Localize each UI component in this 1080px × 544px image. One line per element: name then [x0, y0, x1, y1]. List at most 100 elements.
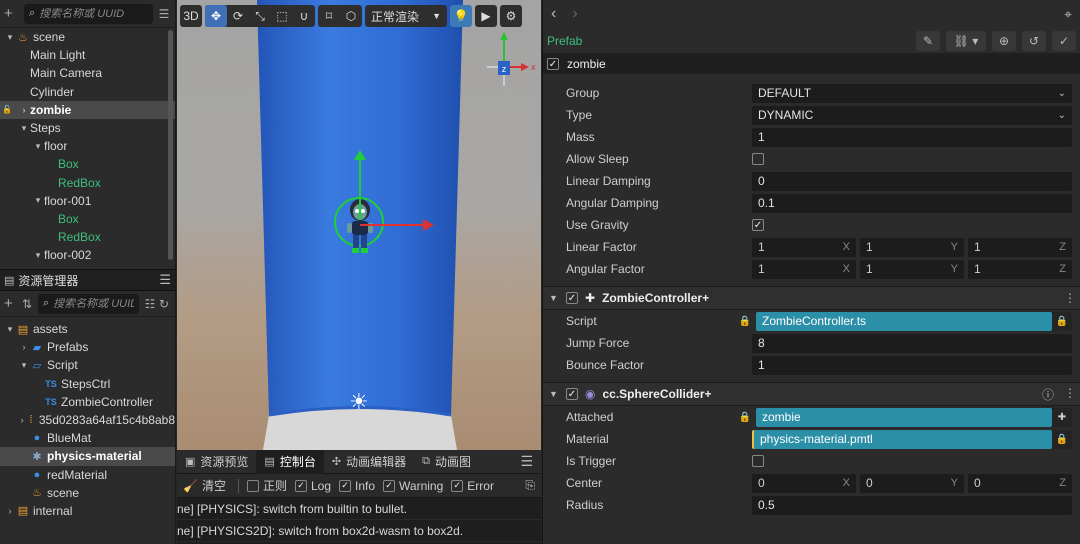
console-tab[interactable]: ▤ 控制台: [256, 449, 324, 474]
sort-icon[interactable]: ⇅: [20, 297, 34, 311]
collapse-all-icon[interactable]: ☰: [157, 7, 171, 21]
group-select[interactable]: DEFAULT ⌄: [752, 83, 1072, 103]
gear-icon[interactable]: ⚙: [500, 5, 522, 27]
move-tool-icon[interactable]: ✥: [205, 5, 227, 27]
assets-search-box[interactable]: ⌕: [38, 293, 139, 314]
component-enabled-checkbox[interactable]: ✓: [566, 388, 578, 400]
add-node-icon[interactable]: +: [4, 5, 20, 22]
lock-icon[interactable]: 🔒: [1052, 311, 1072, 331]
type-select[interactable]: DYNAMIC ⌄: [752, 105, 1072, 125]
assets-search-input[interactable]: [53, 297, 134, 310]
angular-factor-z-input[interactable]: 1Z: [968, 259, 1072, 279]
linear-factor-y-input[interactable]: 1Y: [860, 237, 964, 257]
tree-item[interactable]: ● redMaterial: [0, 466, 175, 484]
center-z-input[interactable]: 0Z: [968, 473, 1072, 493]
directional-light-icon[interactable]: ☀: [349, 389, 369, 415]
tree-item[interactable]: Main Camera: [0, 64, 175, 82]
angular-damping-input[interactable]: 0.1: [752, 193, 1072, 213]
chevron-down-icon[interactable]: ▾: [18, 123, 30, 134]
locate-prefab-icon[interactable]: ⊕: [992, 30, 1016, 51]
chevron-down-icon[interactable]: ▾: [18, 360, 30, 371]
center-x-input[interactable]: 0X: [752, 473, 856, 493]
component-enabled-checkbox[interactable]: ✓: [566, 292, 578, 304]
tree-item[interactable]: ▾ floor-002: [0, 246, 175, 264]
tree-item[interactable]: Box: [0, 155, 175, 173]
filter-toggle[interactable]: 正则: [246, 477, 287, 494]
help-icon[interactable]: ⓘ: [1042, 386, 1054, 403]
tree-item[interactable]: ● BlueMat: [0, 429, 175, 447]
rotate-tool-icon[interactable]: ⟳: [227, 5, 249, 27]
add-asset-icon[interactable]: +: [4, 295, 20, 312]
tree-item[interactable]: ♨ scene: [0, 484, 175, 502]
filter-toggle[interactable]: ✓ Info: [339, 479, 375, 493]
tree-item[interactable]: TS StepsCtrl: [0, 375, 175, 393]
tree-item[interactable]: RedBox: [0, 174, 175, 192]
filter-checkbox[interactable]: ✓: [294, 479, 307, 492]
back-icon[interactable]: ‹: [551, 5, 556, 23]
scale-tool-icon[interactable]: ⤡: [249, 5, 271, 27]
angular-factor-y-input[interactable]: 1Y: [860, 259, 964, 279]
chevron-down-icon[interactable]: ▾: [4, 324, 16, 335]
chevron-down-icon[interactable]: ▾: [4, 32, 16, 43]
x-axis-arrow-icon[interactable]: [423, 219, 434, 231]
zombie-controller-header[interactable]: ▼ ✓ ✚ ZombieController+ ⋮: [543, 286, 1080, 310]
more-icon[interactable]: ⋮: [1064, 386, 1076, 403]
angular-factor-x-input[interactable]: 1X: [752, 259, 856, 279]
log-line[interactable]: ne] [PHYSICS2D]: switch from box2d-wasm …: [177, 520, 541, 542]
x-axis-handle[interactable]: [360, 224, 426, 226]
log-line[interactable]: ne] [PHYSICS]: switch from builtin to bu…: [177, 498, 541, 520]
filter-checkbox[interactable]: ✓: [451, 479, 464, 492]
refresh-icon[interactable]: ↻: [157, 297, 171, 311]
node-active-checkbox[interactable]: ✓: [547, 58, 559, 70]
tree-item[interactable]: ▾ ▤ assets: [0, 320, 175, 338]
unlink-prefab-icon[interactable]: ⛓ ▾: [946, 30, 986, 51]
export-log-icon[interactable]: ⎘: [525, 478, 535, 493]
hierarchy-search-input[interactable]: [39, 7, 148, 20]
hierarchy-scrollbar[interactable]: [168, 30, 173, 260]
tree-item[interactable]: › ▤ internal: [0, 502, 175, 520]
y-axis-arrow-icon[interactable]: [354, 150, 366, 160]
tree-item[interactable]: 🔓 › zombie: [0, 100, 175, 119]
use-gravity-checkbox[interactable]: ✓: [752, 219, 764, 231]
tree-item[interactable]: ▾ floor: [0, 137, 175, 155]
attached-node-field[interactable]: zombie: [756, 407, 1052, 427]
lighting-toggle-icon[interactable]: 💡: [450, 5, 472, 27]
puzzle-icon[interactable]: ✚: [1052, 407, 1072, 427]
render-mode-select[interactable]: 正常渲染 ▼: [365, 5, 447, 27]
radius-input[interactable]: 0.5: [752, 495, 1072, 515]
node-name-field[interactable]: zombie: [567, 57, 606, 71]
chevron-right-icon[interactable]: ›: [4, 506, 16, 516]
jump-force-input[interactable]: 8: [752, 333, 1072, 353]
tree-item[interactable]: ▾ Steps: [0, 119, 175, 137]
y-axis-handle[interactable]: [359, 158, 361, 220]
tree-item[interactable]: Cylinder: [0, 83, 175, 101]
mass-input[interactable]: 1: [752, 127, 1072, 147]
tree-item[interactable]: › ⁞ 35d0283a64af15c4b8ab8: [0, 411, 175, 429]
forward-icon[interactable]: ›: [572, 5, 577, 23]
console-tab[interactable]: ▣ 资源预览: [177, 450, 256, 474]
hierarchy-search-box[interactable]: ⌕: [24, 3, 153, 24]
tree-item[interactable]: ▾ floor-001: [0, 192, 175, 210]
lock-icon[interactable]: 🔓: [2, 105, 12, 114]
filter-toggle[interactable]: ✓ Warning: [383, 479, 443, 493]
more-icon[interactable]: ⋮: [1064, 291, 1076, 305]
chevron-right-icon[interactable]: ›: [18, 342, 30, 352]
tree-item[interactable]: Main Light: [0, 46, 175, 64]
linear-factor-z-input[interactable]: 1Z: [968, 237, 1072, 257]
global-icon[interactable]: ⬡: [340, 5, 362, 27]
pivot-icon[interactable]: ⌑: [318, 5, 340, 27]
chevron-down-icon[interactable]: ▾: [32, 250, 44, 261]
tree-item[interactable]: TS ZombieController: [0, 393, 175, 411]
scene-view[interactable]: 3D ✥ ⟳ ⤡ ⬚ ∪ ⌑ ⬡ 正常渲染 ▼ 💡 ▶ ⚙ ☀ z x: [177, 0, 541, 450]
linear-damping-input[interactable]: 0: [752, 171, 1072, 191]
tree-item[interactable]: Box: [0, 210, 175, 228]
center-y-input[interactable]: 0Y: [860, 473, 964, 493]
tree-item[interactable]: RedBox: [0, 228, 175, 246]
is-trigger-checkbox[interactable]: [752, 455, 764, 467]
toggle-3d-button[interactable]: 3D: [180, 5, 202, 27]
filter-checkbox[interactable]: ✓: [339, 479, 352, 492]
filter-checkbox[interactable]: [246, 479, 259, 492]
linear-factor-x-input[interactable]: 1X: [752, 237, 856, 257]
apply-prefab-icon[interactable]: ✓: [1052, 30, 1076, 51]
sphere-collider-header[interactable]: ▼ ✓ ◉ cc.SphereCollider+ ⓘ ⋮: [543, 382, 1080, 406]
